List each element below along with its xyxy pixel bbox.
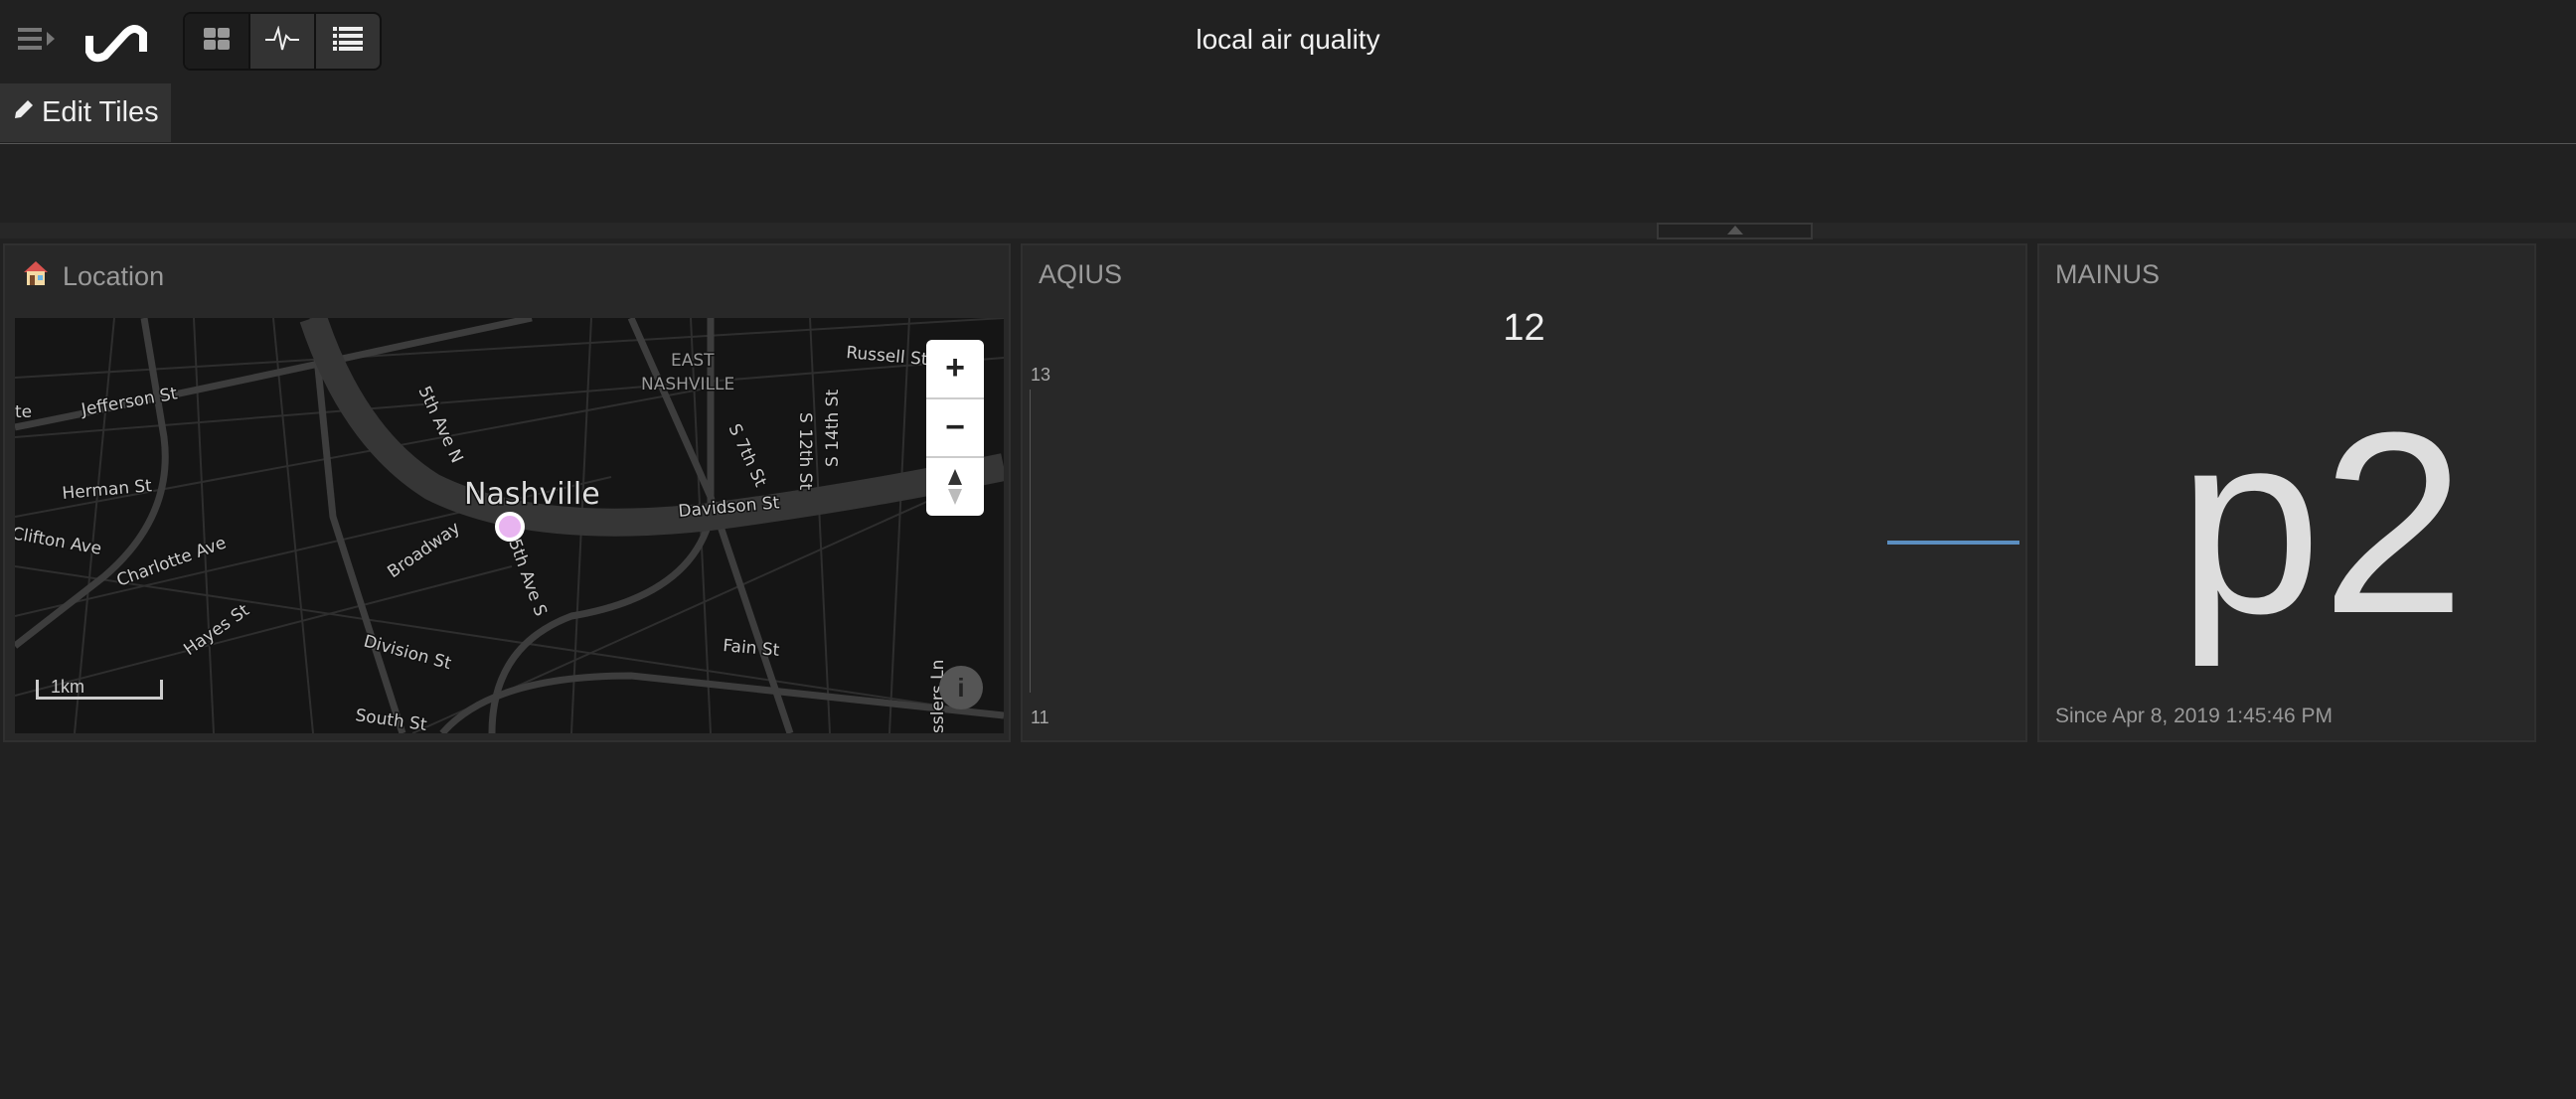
pencil-icon [12,96,36,129]
map-label: Clifton Ave [15,524,103,559]
edit-tiles-button[interactable]: Edit Tiles [0,83,171,142]
map-label: Davidson St [678,493,781,522]
map-label: Herman St [62,476,153,504]
map-label: South St [354,706,428,733]
aqius-tile: AQIUS 12 13 11 [1021,243,2027,742]
location-marker[interactable] [495,512,525,542]
map-label: 5th Ave N [413,384,466,467]
city-label: Nashville [464,477,600,512]
map-label: S 14th St [823,390,843,467]
map-label: Jefferson St [79,384,179,420]
tile-title: AQIUS [1039,259,1123,289]
map-label: S 7th St [724,421,770,491]
edit-tiles-label: Edit Tiles [42,96,159,128]
y-axis-line [1030,390,1031,693]
map-label: Division St [362,632,454,675]
map-label: Hayes St [180,600,253,660]
house-icon [23,259,49,294]
current-value: p2 [2177,380,2466,668]
tile-title: Location [63,261,165,291]
info-icon: i [957,672,965,703]
map-label: Charlotte Ave [114,533,229,590]
y-axis-max-label: 13 [1031,365,1051,385]
map-label: 5th Ave S [504,537,551,619]
scale-label: 1km [51,677,85,697]
zoom-controls: + − [926,340,984,516]
toolbar-band [0,223,2576,238]
location-tile: Location Jefferson St Herman St Clifton … [3,243,1011,742]
scale-bar: 1km [36,677,163,700]
compass-button[interactable] [926,458,984,516]
series-line [1887,541,2019,545]
compass-icon [948,469,962,506]
map-label: Broadway [384,518,464,582]
mainus-tile: MAINUS p2 Since Apr 8, 2019 1:45:46 PM [2037,243,2536,742]
tile-title: MAINUS [2055,259,2161,289]
zoom-out-button[interactable]: − [926,399,984,459]
info-button[interactable]: i [939,666,983,709]
map-label: S 12th St [795,412,815,490]
map-label: te [15,402,32,422]
map-label: EAST [671,351,715,371]
page-title: local air quality [1196,24,1380,55]
map-label: Fain St [723,636,781,661]
since-timestamp: Since Apr 8, 2019 1:45:46 PM [2055,705,2334,727]
collapse-toggle[interactable] [1657,223,1813,239]
divider [0,143,2576,144]
zoom-in-button[interactable]: + [926,340,984,399]
map-label: Russell St [846,343,929,370]
current-value: 12 [1503,307,1545,349]
map-label: NASHVILLE [641,375,734,394]
y-axis-min-label: 11 [1031,707,1049,727]
map[interactable]: Jefferson St Herman St Clifton Ave Charl… [15,318,1004,733]
